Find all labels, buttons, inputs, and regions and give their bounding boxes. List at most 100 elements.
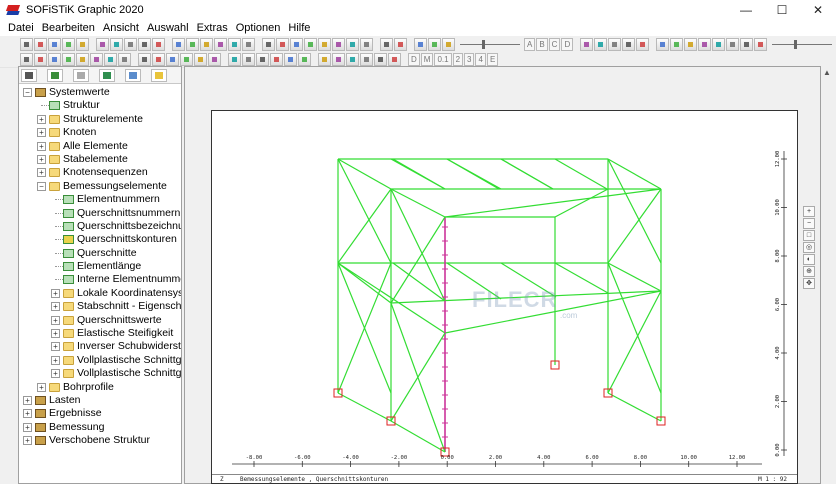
tb1-button-33-icon[interactable] <box>636 38 650 51</box>
tb1-button-16-icon[interactable] <box>262 38 275 51</box>
tree-item[interactable]: + Verschobene Struktur <box>19 434 181 447</box>
tb2-label-button[interactable]: M <box>420 53 434 66</box>
tab-design-icon[interactable] <box>99 68 115 82</box>
maximize-button[interactable]: ☐ <box>764 0 800 20</box>
minimize-button[interactable]: — <box>728 0 764 20</box>
tb1-button-6-icon[interactable] <box>110 38 123 51</box>
tree-item[interactable]: − Bemessungselemente <box>19 180 181 193</box>
menu-datei[interactable]: Datei <box>4 22 38 34</box>
tb1-button-40-icon[interactable] <box>740 38 754 51</box>
tb2-button-8-icon[interactable] <box>138 53 151 66</box>
tb2-label-button[interactable]: 0.1 <box>434 53 452 66</box>
tree-item[interactable]: Struktur <box>19 99 181 112</box>
tb1-label-button[interactable]: B <box>536 38 548 51</box>
menu-extras[interactable]: Extras <box>193 22 232 34</box>
tb1-button-2-icon[interactable] <box>48 38 61 51</box>
collapse-icon[interactable]: − <box>37 181 46 191</box>
menu-ansicht[interactable]: Ansicht <box>99 22 143 34</box>
tb1-button-11-icon[interactable] <box>186 38 199 51</box>
expand-icon[interactable]: + <box>51 315 60 325</box>
tb1-button-36-icon[interactable] <box>684 38 698 51</box>
tb1-button-21-icon[interactable] <box>332 38 345 51</box>
expand-icon[interactable]: + <box>23 409 32 419</box>
tb1-button-13-icon[interactable] <box>214 38 227 51</box>
tb2-button-3-icon[interactable] <box>62 53 75 66</box>
zoom-prev-icon[interactable]: ◐ <box>803 254 815 265</box>
tb2-label-button[interactable]: 3 <box>464 53 475 66</box>
tb1-button-34-icon[interactable] <box>656 38 670 51</box>
tree-item[interactable]: + Lokale Koordinatensysteme <box>19 287 181 300</box>
tb1-button-12-icon[interactable] <box>200 38 213 51</box>
zoom-out-icon[interactable]: − <box>803 218 815 229</box>
tb2-button-0-icon[interactable] <box>20 53 33 66</box>
tree-item[interactable]: − Systemwerte <box>19 86 181 99</box>
tb2-label-button[interactable]: 4 <box>475 53 486 66</box>
tb1-button-15-icon[interactable] <box>242 38 255 51</box>
tb2-button-16-icon[interactable] <box>256 53 269 66</box>
tb2-button-6-icon[interactable] <box>104 53 117 66</box>
expand-icon[interactable]: + <box>23 436 32 446</box>
tb2-button-4-icon[interactable] <box>76 53 89 66</box>
pan-icon[interactable]: ✥ <box>803 278 815 289</box>
menu-optionen[interactable]: Optionen <box>232 22 285 34</box>
tb1-button-4-icon[interactable] <box>76 38 89 51</box>
tb2-button-12-icon[interactable] <box>194 53 207 66</box>
tb1-button-30-icon[interactable] <box>594 38 608 51</box>
tb1-label-button[interactable]: C <box>548 38 561 51</box>
expand-icon[interactable]: + <box>51 329 60 339</box>
tb2-button-15-icon[interactable] <box>242 53 255 66</box>
collapse-icon[interactable]: − <box>23 88 32 97</box>
tb2-button-9-icon[interactable] <box>152 53 165 66</box>
close-button[interactable]: ✕ <box>800 0 836 20</box>
tb1-button-7-icon[interactable] <box>124 38 137 51</box>
tb2-label-button[interactable]: D <box>408 53 420 66</box>
zoom-all-icon[interactable]: ◎ <box>803 242 815 253</box>
tb1-button-28-icon[interactable] <box>442 38 455 51</box>
tb2-button-11-icon[interactable] <box>180 53 193 66</box>
tree-item[interactable]: + Alle Elemente <box>19 140 181 153</box>
tree-item[interactable]: + Querschnittswerte <box>19 314 181 327</box>
tree-item[interactable]: + Knotensequenzen <box>19 166 181 179</box>
tree-item[interactable]: Querschnitte <box>19 247 181 260</box>
expand-icon[interactable]: + <box>51 288 60 298</box>
tb1-button-26-icon[interactable] <box>414 38 427 51</box>
menu-hilfe[interactable]: Hilfe <box>284 22 314 34</box>
tree-item[interactable]: + Bemessung <box>19 421 181 434</box>
tb2-button-20-icon[interactable] <box>318 53 331 66</box>
tree-item[interactable]: Querschnittskonturen <box>19 233 181 246</box>
tree-item[interactable]: + Elastische Steifigkeit <box>19 327 181 340</box>
tree-item[interactable]: + Knoten <box>19 126 181 139</box>
toolbar-slider-2[interactable] <box>772 38 833 51</box>
tab-sections-icon[interactable] <box>125 68 141 82</box>
tb2-button-7-icon[interactable] <box>118 53 131 66</box>
tb1-label-button[interactable]: D <box>561 38 574 51</box>
tb1-button-1-icon[interactable] <box>34 38 47 51</box>
tab-results-icon[interactable] <box>73 68 89 82</box>
tb1-button-23-icon[interactable] <box>360 38 373 51</box>
zoom-fit-icon[interactable]: ⊕ <box>803 266 815 277</box>
tb1-button-31-icon[interactable] <box>608 38 622 51</box>
tb2-button-22-icon[interactable] <box>346 53 359 66</box>
tree-item[interactable]: + Ergebnisse <box>19 407 181 420</box>
tree-item[interactable]: + Inverser Schubwiderstand <box>19 340 181 353</box>
tb1-button-22-icon[interactable] <box>346 38 359 51</box>
tree-item[interactable]: + Strukturelemente <box>19 113 181 126</box>
tb1-button-9-icon[interactable] <box>152 38 165 51</box>
tb1-button-20-icon[interactable] <box>318 38 331 51</box>
tb1-button-39-icon[interactable] <box>726 38 740 51</box>
tree-item[interactable]: + Lasten <box>19 394 181 407</box>
tb2-button-2-icon[interactable] <box>48 53 61 66</box>
tree-item[interactable]: Elementlänge <box>19 260 181 273</box>
tree-item[interactable]: Querschnittsnummern <box>19 207 181 220</box>
expand-icon[interactable]: + <box>37 128 46 138</box>
expand-icon[interactable]: + <box>51 342 60 352</box>
tb1-button-27-icon[interactable] <box>428 38 441 51</box>
tb2-button-21-icon[interactable] <box>332 53 345 66</box>
tree-item[interactable]: Interne Elementnummern <box>19 273 181 286</box>
tb2-label-button[interactable]: E <box>486 53 499 66</box>
expand-icon[interactable]: + <box>23 422 32 432</box>
tb1-button-3-icon[interactable] <box>62 38 75 51</box>
tb1-button-19-icon[interactable] <box>304 38 317 51</box>
tb2-label-button[interactable]: 2 <box>452 53 464 66</box>
zoom-window-icon[interactable]: □ <box>803 230 815 241</box>
